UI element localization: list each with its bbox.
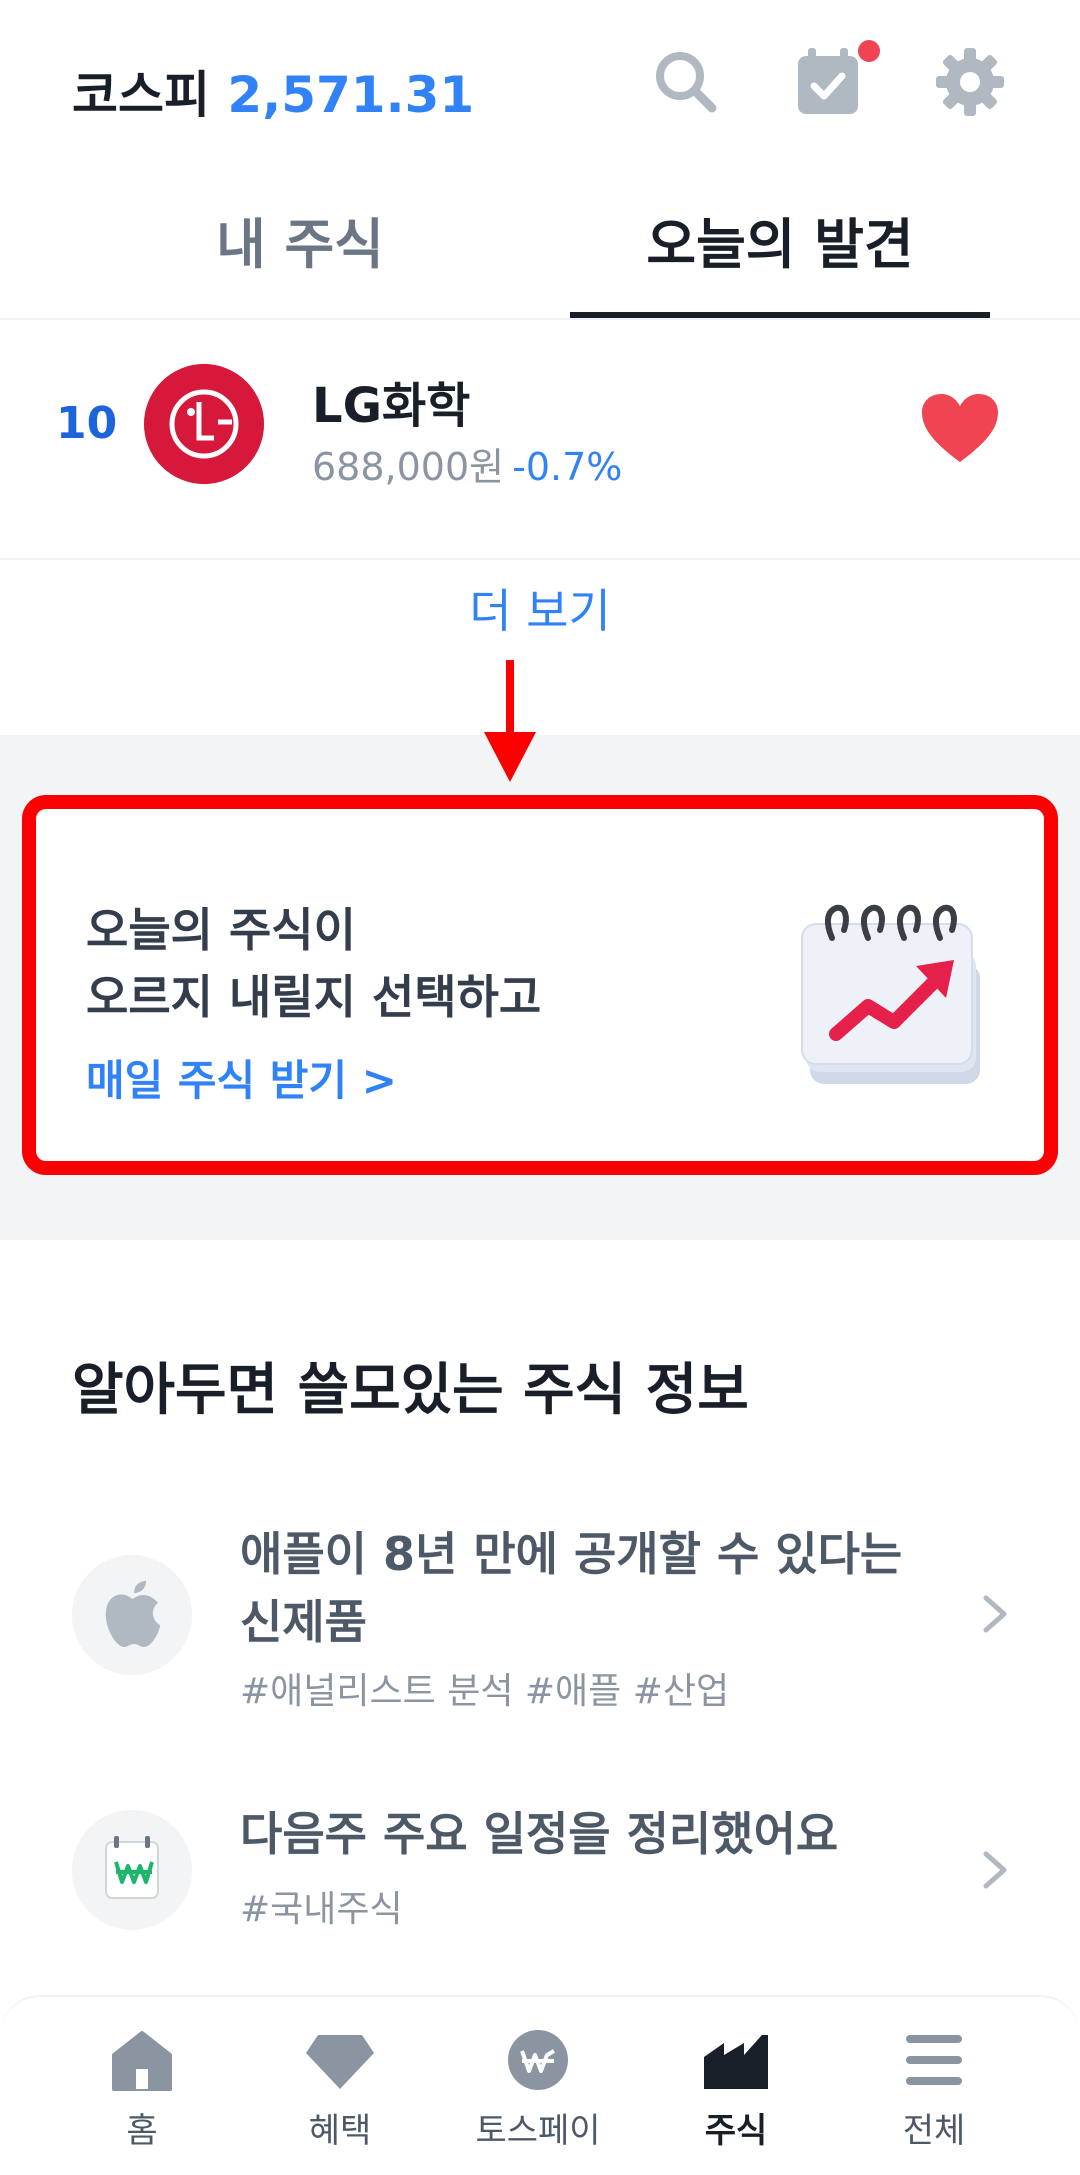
bottom-navigation: 홈 혜택 토스페이 주식 전체: [0, 1995, 1080, 2175]
tab-my-stocks[interactable]: 내 주식: [70, 200, 530, 279]
tab-todays-discovery[interactable]: 오늘의 발견: [550, 200, 1010, 279]
nav-all[interactable]: 전체: [834, 2027, 1034, 2152]
menu-icon: [906, 2035, 962, 2085]
chevron-right-icon: [983, 1595, 1007, 1633]
tab-bar: 내 주식 오늘의 발견: [0, 170, 1080, 320]
nav-stocks-label: 주식: [704, 2111, 768, 2151]
nav-toss-pay-label: 토스페이: [475, 2111, 601, 2151]
heart-icon[interactable]: [920, 392, 1000, 464]
index-value: 2,571.31: [227, 66, 475, 124]
list-item[interactable]: 다음주 주요 일정을 정리했어요 #국내주식: [0, 1800, 1080, 1940]
top-header: 코스피 2,571.31: [0, 0, 1080, 170]
active-tab-indicator: [570, 312, 990, 318]
stock-name: LG화학: [312, 378, 471, 434]
nav-benefits-label: 혜택: [308, 2111, 372, 2151]
info-section-title: 알아두면 쓸모있는 주식 정보: [72, 1358, 749, 1423]
nav-toss-pay[interactable]: 토스페이: [438, 2027, 638, 2152]
banner-text-line1: 오늘의 주식이: [86, 903, 356, 957]
nav-all-label: 전체: [902, 2111, 966, 2151]
banner-cta-link[interactable]: 매일 주식 받기 >: [86, 1047, 397, 1108]
chevron-right-icon: [983, 1851, 1007, 1889]
chart-icon: [704, 2035, 768, 2089]
stock-list-item[interactable]: 10 LG화학 688,000원 -0.7%: [0, 322, 1080, 560]
info-item-title: 다음주 주요 일정을 정리했어요: [240, 1807, 839, 1861]
stock-rank: 10: [56, 398, 118, 449]
info-item-tags: #국내주식: [240, 1889, 403, 1930]
arrow-down-icon: [484, 660, 536, 782]
nav-home[interactable]: 홈: [42, 2027, 242, 2152]
calendar-check-icon[interactable]: [790, 44, 866, 120]
banner-text-line2: 오르지 내릴지 선택하고: [86, 970, 542, 1024]
list-item[interactable]: 애플이 8년 만에 공개할 수 있다는 신제품 #애널리스트 분석 #애플 #산…: [0, 1510, 1080, 1730]
gear-icon[interactable]: [932, 44, 1008, 120]
won-coin-icon: [508, 2030, 568, 2090]
info-item-tags: #애널리스트 분석 #애플 #산업: [240, 1671, 730, 1712]
search-icon[interactable]: [648, 44, 724, 120]
stock-price: 688,000원: [312, 445, 505, 489]
lg-logo-icon: [144, 364, 264, 484]
stock-change: -0.7%: [512, 445, 623, 489]
diamond-icon: [306, 2035, 374, 2089]
nav-benefits[interactable]: 혜택: [240, 2027, 440, 2152]
won-calendar-icon: [72, 1810, 192, 1930]
index-label: 코스피: [72, 66, 210, 124]
calendar-rising-chart-icon: [801, 904, 980, 1084]
info-item-title: 애플이 8년 만에 공개할 수 있다는 신제품: [240, 1527, 903, 1649]
stock-price-line: 688,000원 -0.7%: [312, 436, 622, 491]
nav-stocks[interactable]: 주식: [636, 2027, 836, 2152]
more-link[interactable]: 더 보기: [0, 575, 1080, 641]
daily-stock-banner[interactable]: 오늘의 주식이 오르지 내릴지 선택하고 매일 주식 받기 >: [22, 795, 1058, 1175]
kospi-index[interactable]: 코스피 2,571.31: [72, 55, 474, 127]
notification-dot: [858, 40, 880, 62]
nav-home-label: 홈: [126, 2111, 158, 2151]
home-icon: [112, 2031, 172, 2091]
apple-logo-icon: [72, 1555, 192, 1675]
